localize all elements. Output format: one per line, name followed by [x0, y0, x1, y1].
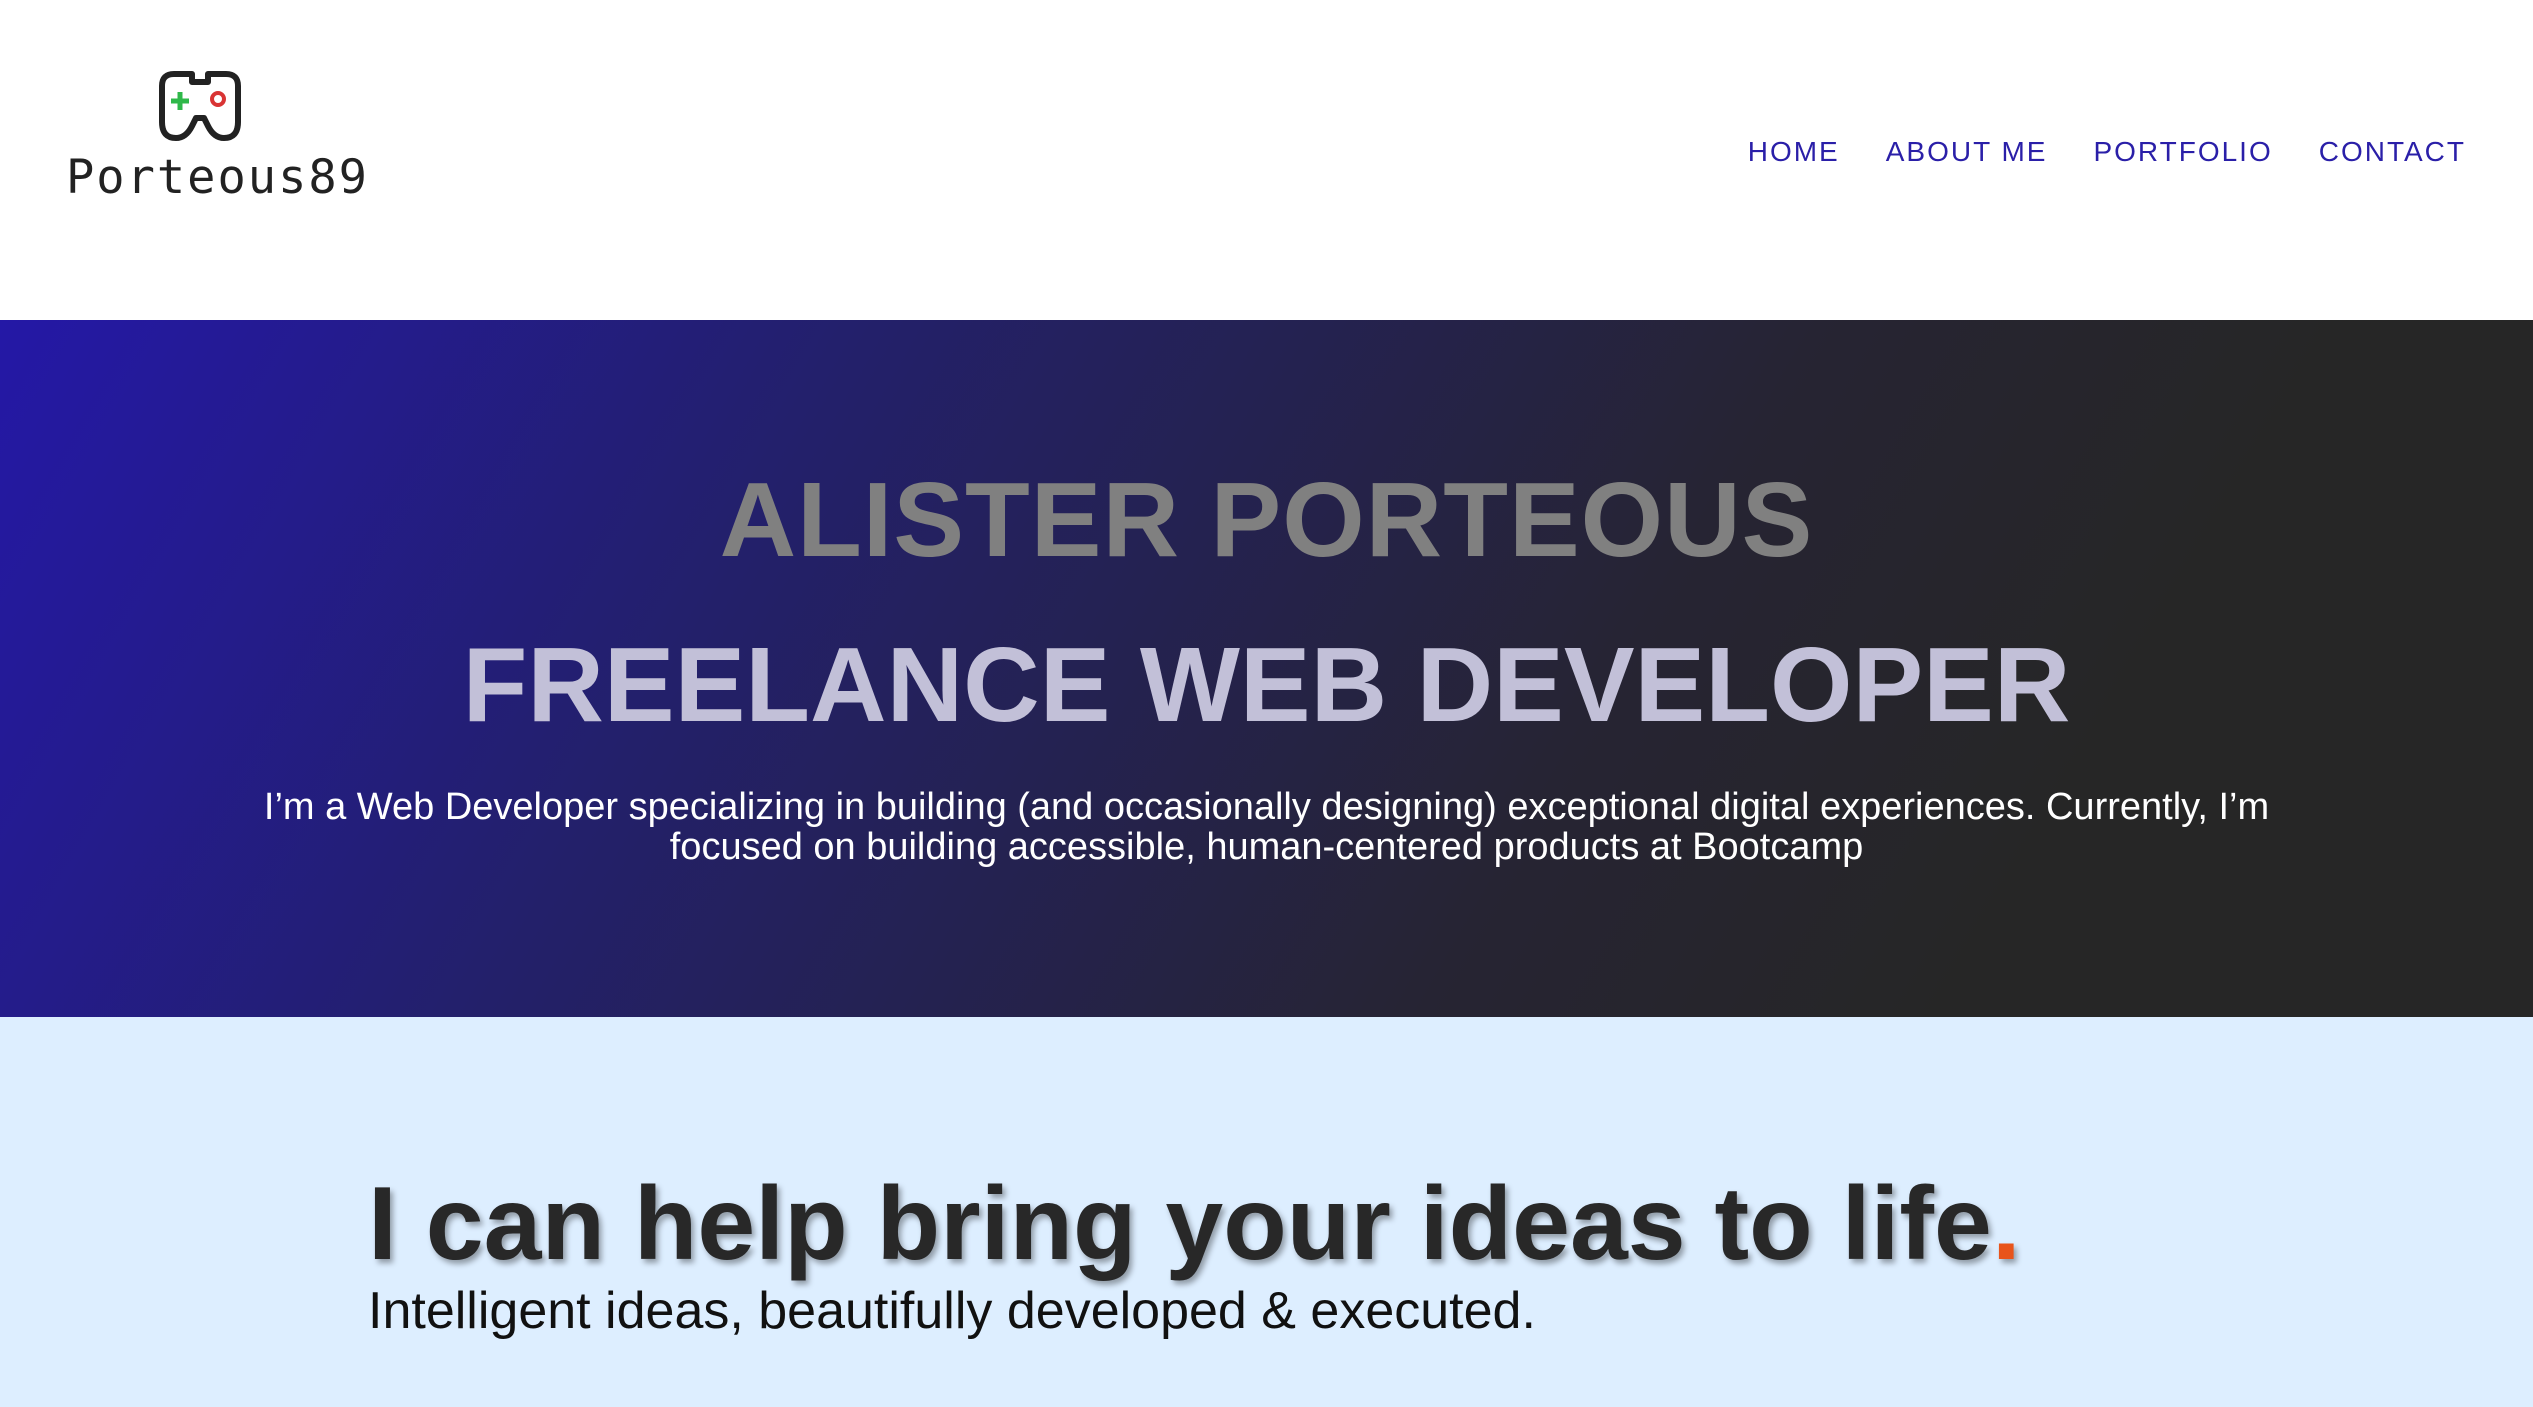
tagline-part1: I can help bring your — [368, 1166, 1420, 1282]
hero-title: FREELANCE WEB DEVELOPER — [462, 626, 2071, 744]
logo-text: Porteous89 — [66, 150, 369, 205]
tagline-dot: . — [1991, 1166, 2021, 1282]
tagline-section: I can help bring your ideas to life. Int… — [0, 1017, 2533, 1407]
nav-contact[interactable]: CONTACT — [2319, 136, 2466, 168]
site-header: Porteous89 HOME ABOUT ME PORTFOLIO CONTA… — [0, 0, 2533, 320]
tagline-part2: to life — [1685, 1166, 1992, 1282]
site-logo[interactable]: Porteous89 — [66, 68, 367, 208]
tagline-bold: ideas — [1419, 1166, 1686, 1282]
hero-section: ALISTER PORTEOUS FREELANCE WEB DEVELOPER… — [0, 320, 2533, 1017]
tagline-subheading: Intelligent ideas, beautifully developed… — [368, 1282, 1536, 1340]
hero-name: ALISTER PORTEOUS — [719, 461, 1814, 579]
gamepad-icon — [159, 71, 241, 141]
hero-description: I’m a Web Developer specializing in buil… — [263, 786, 2270, 868]
main-nav: HOME ABOUT ME PORTFOLIO CONTACT — [1748, 136, 2466, 168]
tagline-heading: I can help bring your ideas to life. — [368, 1165, 2021, 1284]
nav-portfolio[interactable]: PORTFOLIO — [2093, 136, 2272, 168]
nav-about-me[interactable]: ABOUT ME — [1886, 136, 2048, 168]
nav-home[interactable]: HOME — [1748, 136, 1840, 168]
